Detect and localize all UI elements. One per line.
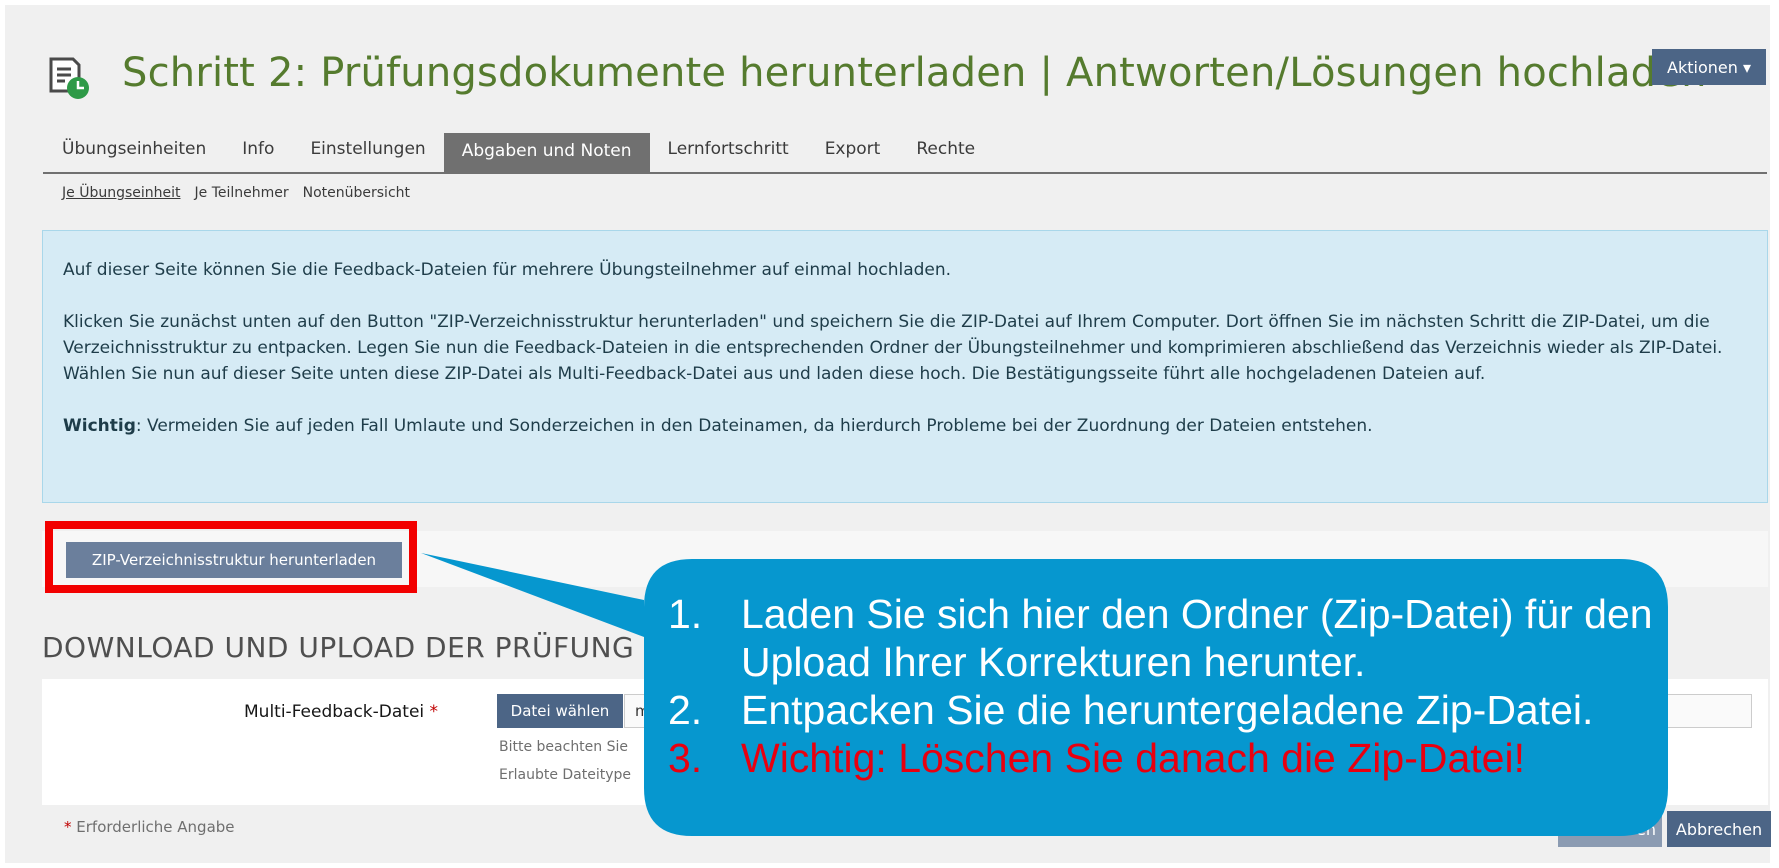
- callout-text-1: Laden Sie sich hier den Ordner (Zip-Date…: [741, 591, 1653, 685]
- actions-dropdown-button[interactable]: Aktionen ▾: [1652, 49, 1766, 85]
- save-button[interactable]: en: [1558, 811, 1662, 847]
- info-instructions: Klicken Sie zunächst unten auf den Butto…: [63, 312, 1723, 384]
- required-note: * Erforderliche Angabe: [64, 818, 235, 836]
- main-tabs: Übungseinheiten Info Einstellungen Abgab…: [43, 133, 993, 173]
- callout-item-3: 3. Wichtig: Löschen Sie danach die Zip-Da…: [668, 734, 1668, 782]
- section-title: DOWNLOAD UND UPLOAD DER PRÜFUNG (VE: [42, 631, 693, 664]
- callout-item-1: 1. Laden Sie sich hier den Ordner (Zip-Da…: [668, 590, 1668, 686]
- required-note-star: *: [64, 818, 72, 836]
- info-warning-bold: Wichtig: [63, 416, 136, 436]
- callout-text-3: Wichtig: Löschen Sie danach die Zip-Date…: [741, 735, 1525, 781]
- cancel-button[interactable]: Abbrechen: [1667, 811, 1771, 847]
- hint-note: Bitte beachten Sie: [499, 739, 629, 755]
- info-warning-text: : Vermeiden Sie auf jeden Fall Umlaute u…: [135, 416, 1373, 436]
- callout-num-2: 2.: [668, 687, 703, 733]
- subtab-je-uebungseinheit[interactable]: Je Übungseinheit: [62, 185, 181, 201]
- tab-info[interactable]: Info: [224, 133, 292, 167]
- info-box: Auf dieser Seite können Sie die Feedback…: [42, 230, 1768, 503]
- tab-einstellungen[interactable]: Einstellungen: [292, 133, 443, 167]
- sub-tabs: Je Übungseinheit Je Teilnehmer Notenüber…: [62, 185, 410, 201]
- callout-num-1: 1.: [668, 591, 703, 637]
- field-label-text: Multi-Feedback-Datei: [244, 702, 425, 722]
- required-star: *: [429, 702, 439, 722]
- tabs-divider: [43, 172, 1767, 174]
- info-intro: Auf dieser Seite können Sie die Feedback…: [63, 260, 952, 280]
- tab-abgaben-und-noten[interactable]: Abgaben und Noten: [443, 133, 650, 173]
- document-clock-icon: [47, 57, 91, 101]
- hint-filetypes: Erlaubte Dateitype: [499, 767, 632, 783]
- callout-list: 1. Laden Sie sich hier den Ordner (Zip-Da…: [668, 590, 1668, 782]
- tab-uebungseinheiten[interactable]: Übungseinheiten: [43, 133, 224, 167]
- tab-export[interactable]: Export: [807, 133, 899, 167]
- tab-lernfortschritt[interactable]: Lernfortschritt: [650, 133, 807, 167]
- required-note-text: Erforderliche Angabe: [76, 818, 235, 836]
- callout-item-2: 2. Entpacken Sie die heruntergeladene Zip…: [668, 686, 1668, 734]
- multi-feedback-label: Multi-Feedback-Datei *: [244, 702, 438, 722]
- subtab-je-teilnehmer[interactable]: Je Teilnehmer: [195, 185, 289, 201]
- callout-num-3: 3.: [668, 735, 703, 781]
- info-warning: Wichtig: Vermeiden Sie auf jeden Fall Um…: [63, 413, 1747, 439]
- page-title: Schritt 2: Prüfungsdokumente herunterlad…: [122, 50, 1707, 96]
- subtab-notenuebersicht[interactable]: Notenübersicht: [303, 185, 410, 201]
- tab-rechte[interactable]: Rechte: [898, 133, 993, 167]
- zip-download-button[interactable]: ZIP-Verzeichnisstruktur herunterladen: [66, 542, 402, 578]
- choose-file-button[interactable]: Datei wählen: [497, 694, 623, 728]
- callout-text-2: Entpacken Sie die heruntergeladene Zip-D…: [741, 687, 1594, 733]
- page: Schritt 2: Prüfungsdokumente herunterlad…: [0, 0, 1779, 868]
